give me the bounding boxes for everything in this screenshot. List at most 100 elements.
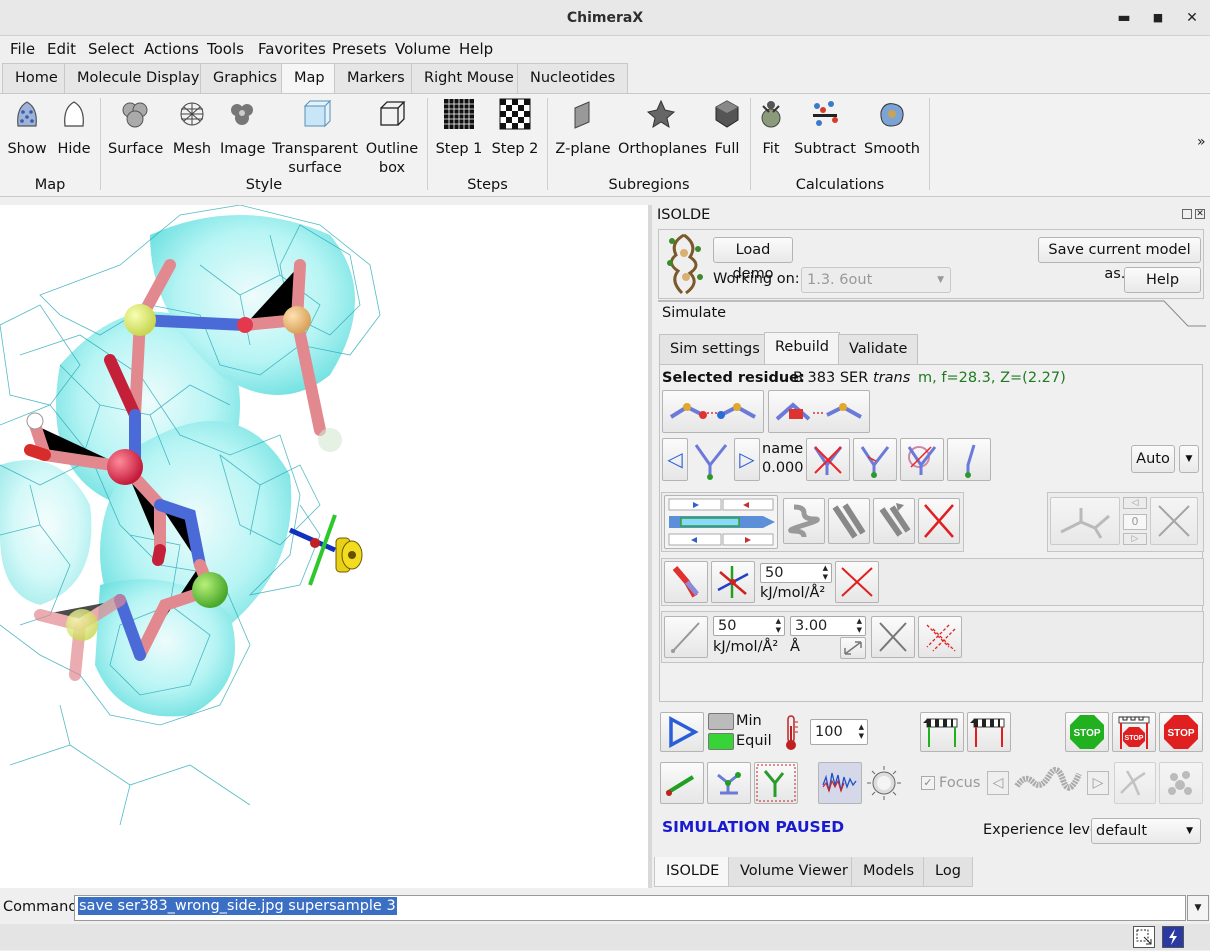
add-distance-restraint-button[interactable] — [664, 616, 708, 658]
use-current-distance-button[interactable] — [840, 637, 866, 659]
map-weight-button[interactable] — [818, 762, 862, 804]
menu-volume[interactable]: Volume — [395, 40, 451, 58]
transparent-surface-button[interactable]: Transparent surface — [272, 98, 358, 178]
set-helix-button[interactable] — [783, 498, 825, 544]
zplane-button[interactable]: Z-plane — [554, 98, 612, 159]
register-shift-right-button[interactable]: ▷ — [1123, 533, 1147, 545]
dock-tab-isolde[interactable]: ISOLDE — [654, 857, 732, 887]
commit-rotamer-button[interactable] — [853, 438, 897, 481]
close-panel-icon[interactable]: ✕ — [1195, 209, 1205, 219]
store-checkpoint-button[interactable] — [920, 712, 964, 752]
dock-tab-models[interactable]: Models — [851, 857, 927, 887]
orthoplanes-button[interactable]: Orthoplanes — [618, 98, 707, 159]
quick-access-button[interactable] — [1162, 926, 1184, 948]
tab-sim-settings[interactable]: Sim settings — [659, 334, 771, 364]
show-unparameterised-button[interactable] — [1159, 762, 1203, 804]
cancel-register-shift-button[interactable] — [1150, 497, 1198, 545]
spinbox-arrows-icon[interactable]: ▲ ▼ — [859, 723, 864, 741]
menu-tools[interactable]: Tools — [207, 40, 244, 58]
set-parallel-strand-button[interactable] — [873, 498, 915, 544]
previous-problem-button[interactable]: ◁ — [987, 771, 1009, 795]
show-button[interactable]: Show — [6, 98, 48, 159]
maximize-button[interactable]: ■ — [1148, 8, 1168, 28]
tug-selection-button[interactable] — [754, 762, 798, 804]
spinbox-arrows-icon[interactable]: ▲ ▼ — [857, 617, 862, 635]
tab-right-mouse[interactable]: Right Mouse — [411, 63, 527, 93]
release-all-distance-restraints-button[interactable] — [918, 616, 962, 658]
pin-to-pivot-button[interactable] — [711, 561, 755, 603]
tab-molecule-display[interactable]: Molecule Display — [64, 63, 213, 93]
full-region-button[interactable]: Full — [708, 98, 746, 159]
restrain-rotamer-button[interactable] — [900, 438, 944, 481]
step2-button[interactable]: Step 2 — [490, 98, 540, 159]
auto-dropdown-button[interactable]: ▼ — [1179, 445, 1199, 473]
menu-help[interactable]: Help — [459, 40, 493, 58]
revert-checkpoint-button[interactable] — [967, 712, 1011, 752]
load-demo-button[interactable]: Load demo — [713, 237, 793, 282]
next-rotamer-button[interactable]: ▷ — [734, 438, 760, 481]
surface-button[interactable]: Surface — [108, 98, 163, 159]
fit-button[interactable]: Fit — [754, 98, 788, 159]
close-button[interactable]: ✕ — [1182, 8, 1202, 28]
set-antiparallel-strand-button[interactable] — [828, 498, 870, 544]
tab-map[interactable]: Map — [281, 63, 338, 95]
dock-tab-volume-viewer[interactable]: Volume Viewer — [728, 857, 860, 887]
mesh-button[interactable]: Mesh — [170, 98, 214, 159]
dock-tab-log[interactable]: Log — [923, 857, 973, 887]
map-weight-dial-icon[interactable] — [866, 765, 902, 801]
focus-checkbox[interactable]: ✓ — [921, 776, 935, 790]
menu-file[interactable]: File — [10, 40, 35, 58]
ribbon-overflow-icon[interactable]: » — [1197, 134, 1206, 150]
float-panel-icon[interactable] — [1182, 209, 1192, 219]
flip-peptide-button[interactable] — [662, 390, 764, 433]
subtract-button[interactable]: Subtract — [794, 98, 856, 159]
pin-atom-button[interactable] — [664, 561, 708, 603]
menu-actions[interactable]: Actions — [144, 40, 199, 58]
stop-discard-button[interactable]: STOP — [1159, 712, 1203, 752]
menu-edit[interactable]: Edit — [47, 40, 76, 58]
tab-home[interactable]: Home — [2, 63, 71, 93]
command-history-button[interactable]: ▼ — [1187, 895, 1209, 921]
tug-residue-button[interactable] — [707, 762, 751, 804]
register-shift-selector[interactable] — [664, 495, 778, 549]
distance-value-input[interactable]: 3.00 ▲ ▼ — [790, 616, 866, 636]
tab-nucleotides[interactable]: Nucleotides — [517, 63, 629, 93]
release-rotamer-button[interactable] — [947, 438, 991, 481]
start-simulation-button[interactable] — [660, 712, 704, 752]
show-clashes-button[interactable] — [1114, 762, 1156, 804]
hide-button[interactable]: Hide — [54, 98, 94, 159]
stop-revert-checkpoint-button[interactable]: STOP — [1112, 712, 1156, 752]
clear-secondary-structure-button[interactable] — [918, 498, 960, 544]
equil-mode-toggle[interactable] — [708, 733, 734, 750]
outline-box-button[interactable]: Outline box — [364, 98, 420, 178]
temperature-input[interactable]: 100 ▲ ▼ — [810, 719, 868, 745]
tab-graphics[interactable]: Graphics — [200, 63, 291, 93]
release-distance-restraint-button[interactable] — [871, 616, 915, 658]
tab-markers[interactable]: Markers — [334, 63, 418, 93]
menu-select[interactable]: Select — [88, 40, 134, 58]
distance-k-input[interactable]: 50 ▲ ▼ — [713, 616, 785, 636]
register-shift-button[interactable] — [1050, 497, 1120, 545]
position-restraint-k-input[interactable]: 50 ▲ ▼ — [760, 563, 832, 583]
smooth-button[interactable]: Smooth — [862, 98, 922, 159]
minimize-button[interactable]: ▬ — [1114, 8, 1134, 28]
image-button[interactable]: Image — [220, 98, 265, 159]
menu-presets[interactable]: Presets — [332, 40, 387, 58]
graphics-viewport[interactable] — [0, 205, 648, 888]
selection-inspector-button[interactable] — [1133, 926, 1155, 948]
next-problem-button[interactable]: ▷ — [1087, 771, 1109, 795]
min-mode-toggle[interactable] — [708, 713, 734, 730]
save-model-button[interactable]: Save current model as... — [1038, 237, 1201, 282]
working-on-select[interactable]: 1.3. 6out ▼ — [801, 267, 951, 293]
spinbox-arrows-icon[interactable]: ▲ ▼ — [776, 617, 781, 635]
register-shift-left-button[interactable]: ◁ — [1123, 497, 1147, 509]
experience-level-select[interactable]: default ▼ — [1091, 818, 1201, 844]
reject-rotamer-button[interactable] — [806, 438, 850, 481]
release-position-restraint-button[interactable] — [835, 561, 879, 603]
previous-rotamer-button[interactable]: ◁ — [662, 438, 688, 481]
help-button[interactable]: Help — [1124, 267, 1201, 293]
command-input[interactable]: save ser383_wrong_side.jpg supersample 3 — [74, 895, 1186, 921]
tug-atom-button[interactable] — [660, 762, 704, 804]
menu-favorites[interactable]: Favorites — [258, 40, 326, 58]
step1-button[interactable]: Step 1 — [434, 98, 484, 159]
